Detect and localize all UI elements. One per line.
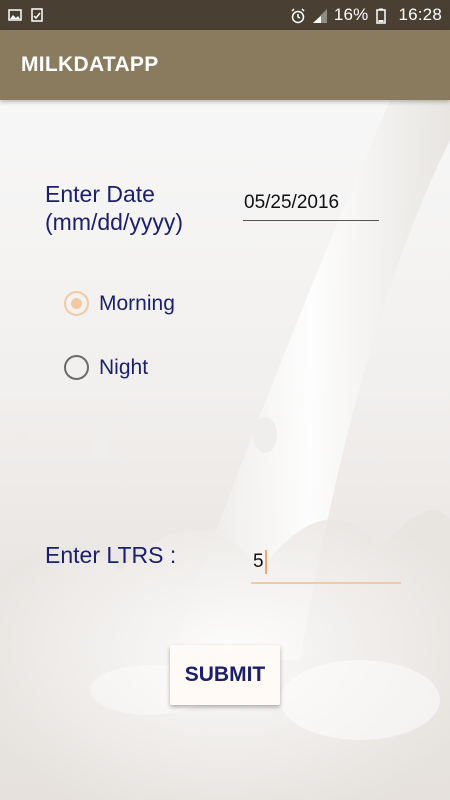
- date-field[interactable]: 05/25/2016: [243, 191, 379, 221]
- date-label-line1: Enter Date: [45, 181, 155, 207]
- signal-icon: [312, 8, 327, 23]
- battery-percent: 16%: [333, 5, 369, 24]
- radio-morning[interactable]: Morning: [64, 291, 175, 316]
- status-time: 16:28: [398, 5, 442, 24]
- ltrs-value: 5: [253, 551, 264, 572]
- radio-night[interactable]: Night: [64, 355, 148, 380]
- radio-label-night: Night: [99, 355, 149, 379]
- submit-button[interactable]: SUBMIT: [170, 645, 280, 705]
- status-bar: 16% 16:28: [0, 0, 450, 30]
- app-title: MILKDATAPP: [21, 53, 159, 76]
- date-label: Enter Date (mm/dd/yyyy): [45, 180, 183, 236]
- radio-button-night[interactable]: [64, 355, 89, 380]
- status-left-icons: [8, 8, 44, 22]
- image-icon: [8, 8, 22, 22]
- ltrs-label: Enter LTRS :: [45, 542, 177, 568]
- radio-button-morning[interactable]: [64, 291, 89, 316]
- radio-label-morning: Morning: [99, 291, 175, 315]
- clipboard-check-icon: [30, 8, 44, 22]
- date-label-line2: (mm/dd/yyyy): [45, 209, 183, 235]
- text-cursor: [264, 550, 267, 574]
- app-bar: MILKDATAPP: [0, 30, 450, 100]
- alarm-icon: [290, 8, 305, 24]
- battery-icon: [376, 8, 390, 24]
- status-right-icons: 16% 16:28: [290, 5, 442, 25]
- ltrs-field[interactable]: 5: [251, 542, 401, 584]
